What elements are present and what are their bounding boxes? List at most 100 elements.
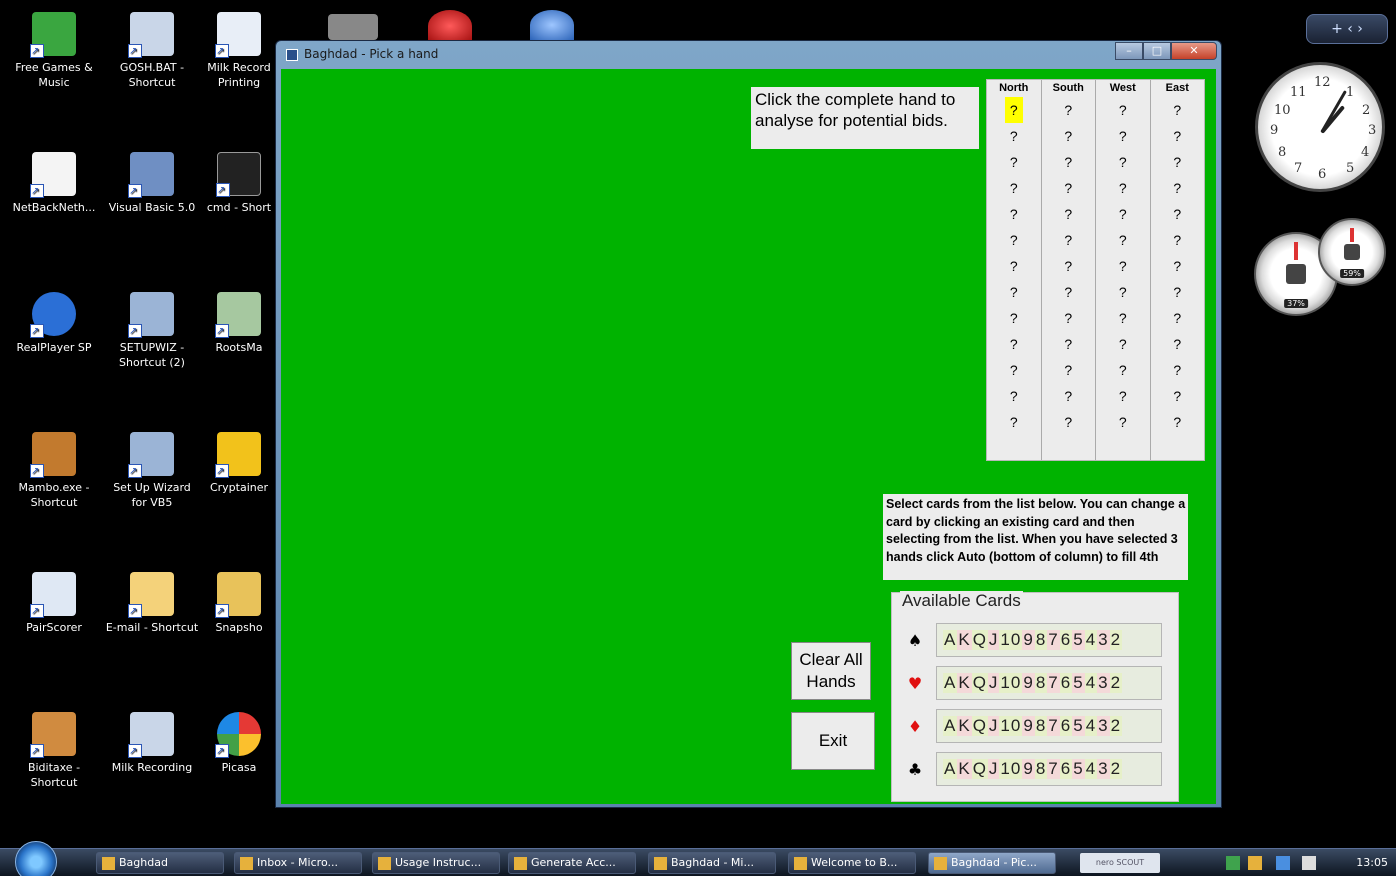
- card-button[interactable]: A: [943, 759, 958, 779]
- taskbar-button[interactable]: Welcome to B...: [788, 852, 916, 874]
- card-button[interactable]: 7: [1047, 759, 1060, 779]
- desktop-icon-realplayer[interactable]: RealPlayer SP: [6, 292, 102, 355]
- hand-card-slot[interactable]: ?: [1151, 253, 1205, 279]
- card-button[interactable]: A: [943, 630, 958, 650]
- card-button[interactable]: 4: [1084, 630, 1098, 650]
- hand-card-slot[interactable]: ?: [1096, 305, 1150, 331]
- hand-card-slot[interactable]: ?: [1042, 383, 1096, 409]
- hand-card-slot[interactable]: ?: [987, 123, 1041, 149]
- card-button[interactable]: 6: [1059, 673, 1073, 693]
- card-button[interactable]: J: [987, 630, 1000, 650]
- hand-card-slot[interactable]: ?: [1096, 175, 1150, 201]
- hand-card-slot[interactable]: ?: [1042, 409, 1096, 435]
- hand-card-slot[interactable]: ?: [1151, 305, 1205, 331]
- hand-card-slot[interactable]: ?: [1151, 409, 1205, 435]
- hand-card-slot[interactable]: ?: [1151, 201, 1205, 227]
- card-button[interactable]: 8: [1034, 716, 1048, 736]
- hand-card-slot[interactable]: ?: [1096, 201, 1150, 227]
- taskbar-button[interactable]: Baghdad - Pic...: [928, 852, 1056, 874]
- top-shortcut-icon[interactable]: [328, 14, 378, 40]
- card-button[interactable]: 5: [1072, 716, 1085, 736]
- hand-card-slot[interactable]: ?: [1042, 227, 1096, 253]
- hand-card-slot[interactable]: ?: [1096, 331, 1150, 357]
- hand-card-slot[interactable]: ?: [1096, 149, 1150, 175]
- hand-card-slot[interactable]: ?: [987, 253, 1041, 279]
- card-button[interactable]: 7: [1047, 630, 1060, 650]
- hand-card-slot[interactable]: ?: [987, 331, 1041, 357]
- card-button[interactable]: J: [987, 759, 1000, 779]
- maximize-button[interactable]: □: [1143, 42, 1171, 60]
- hand-card-slot[interactable]: ?: [1042, 97, 1096, 123]
- desktop-icon-email[interactable]: E-mail - Shortcut: [104, 572, 200, 635]
- hand-card-slot[interactable]: ?: [987, 97, 1041, 123]
- card-button[interactable]: 6: [1059, 630, 1073, 650]
- hand-card-slot[interactable]: ?: [1096, 123, 1150, 149]
- card-button[interactable]: 3: [1097, 630, 1110, 650]
- card-button[interactable]: K: [957, 630, 972, 650]
- card-button[interactable]: 5: [1072, 673, 1085, 693]
- hand-card-slot[interactable]: ?: [1151, 331, 1205, 357]
- start-button[interactable]: [15, 841, 57, 876]
- tray-clock[interactable]: 13:05: [1356, 856, 1388, 869]
- hand-card-slot[interactable]: ?: [987, 227, 1041, 253]
- card-button[interactable]: A: [943, 716, 958, 736]
- hand-card-slot[interactable]: ?: [1096, 409, 1150, 435]
- card-button[interactable]: 2: [1109, 673, 1123, 693]
- card-button[interactable]: K: [957, 716, 972, 736]
- card-button[interactable]: A: [943, 673, 958, 693]
- hand-card-slot[interactable]: ?: [1042, 331, 1096, 357]
- card-button[interactable]: 5: [1072, 630, 1085, 650]
- hand-card-slot[interactable]: ?: [987, 149, 1041, 175]
- card-button[interactable]: 4: [1084, 716, 1098, 736]
- taskbar-button[interactable]: Inbox - Micro...: [234, 852, 362, 874]
- hand-card-slot[interactable]: ?: [1151, 175, 1205, 201]
- desktop-icon-cmd[interactable]: cmd - Short: [204, 152, 274, 215]
- hand-card-slot[interactable]: ?: [1042, 175, 1096, 201]
- hand-card-slot[interactable]: ?: [1042, 305, 1096, 331]
- desktop-icon-milk-record-printing[interactable]: Milk Record Printing: [204, 12, 274, 90]
- card-button[interactable]: 9: [1022, 716, 1035, 736]
- hand-card-slot[interactable]: ?: [1096, 357, 1150, 383]
- hand-card-slot[interactable]: ?: [1151, 383, 1205, 409]
- card-button[interactable]: Q: [971, 716, 988, 736]
- taskbar-button[interactable]: Usage Instruc...: [372, 852, 500, 874]
- hand-card-slot[interactable]: ?: [1096, 97, 1150, 123]
- desktop-icon-free-games[interactable]: Free Games & Music: [6, 12, 102, 90]
- hand-card-slot[interactable]: ?: [1042, 253, 1096, 279]
- desktop-icon-snapshot[interactable]: Snapsho: [204, 572, 274, 635]
- card-button[interactable]: J: [987, 673, 1000, 693]
- desktop-icon-picasa[interactable]: Picasa: [204, 712, 274, 775]
- title-bar[interactable]: Baghdad - Pick a hand – □ ✕: [276, 41, 1221, 69]
- hand-card-slot[interactable]: ?: [1151, 149, 1205, 175]
- clear-all-hands-button[interactable]: Clear All Hands: [791, 642, 871, 700]
- hand-card-slot[interactable]: ?: [987, 279, 1041, 305]
- card-button[interactable]: 8: [1034, 673, 1048, 693]
- card-button[interactable]: 8: [1034, 759, 1048, 779]
- desktop-icon-milk-recording[interactable]: Milk Recording: [104, 712, 200, 775]
- card-button[interactable]: Q: [971, 673, 988, 693]
- desktop-icon-rootsmagic[interactable]: RootsMa: [204, 292, 274, 355]
- hand-card-slot[interactable]: ?: [987, 357, 1041, 383]
- info-globe-icon[interactable]: [530, 10, 574, 40]
- card-button[interactable]: 5: [1072, 759, 1085, 779]
- desktop-icon-cryptainer[interactable]: Cryptainer: [204, 432, 274, 495]
- card-button[interactable]: Q: [971, 759, 988, 779]
- card-button[interactable]: Q: [971, 630, 988, 650]
- card-button[interactable]: 3: [1097, 759, 1110, 779]
- hand-card-slot[interactable]: ?: [1096, 253, 1150, 279]
- tray-icons[interactable]: [1226, 856, 1326, 870]
- card-button[interactable]: J: [987, 716, 1000, 736]
- card-button[interactable]: 9: [1022, 630, 1035, 650]
- card-button[interactable]: 9: [1022, 759, 1035, 779]
- desktop-icon-pairscorer[interactable]: PairScorer: [6, 572, 102, 635]
- card-button[interactable]: 7: [1047, 716, 1060, 736]
- hand-card-slot[interactable]: ?: [1151, 357, 1205, 383]
- card-button[interactable]: K: [957, 673, 972, 693]
- desktop-icon-visual-basic[interactable]: Visual Basic 5.0: [104, 152, 200, 215]
- desktop-icon-netbacknet[interactable]: NetBackNeth...: [6, 152, 102, 215]
- card-button[interactable]: 10: [999, 630, 1023, 650]
- card-button[interactable]: 4: [1084, 759, 1098, 779]
- card-button[interactable]: 2: [1109, 759, 1123, 779]
- desktop-icon-setupwiz[interactable]: SETUPWIZ - Shortcut (2): [104, 292, 200, 370]
- desktop-icon-biditaxe[interactable]: Biditaxe - Shortcut: [6, 712, 102, 790]
